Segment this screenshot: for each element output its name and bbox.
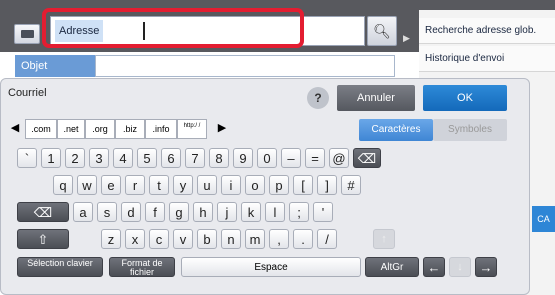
key[interactable]: e <box>101 175 121 195</box>
key[interactable]: b <box>197 229 217 249</box>
key[interactable]: o <box>245 175 265 195</box>
keyboard-panel: Courriel ? Annuler OK ◀ .com .net .org .… <box>0 78 530 295</box>
key[interactable]: ] <box>317 175 337 195</box>
subject-row: Objet <box>15 55 395 77</box>
panel-title: Courriel <box>8 87 47 99</box>
symbols-mode-button: Symboles <box>433 119 507 141</box>
key[interactable]: 8 <box>209 148 229 168</box>
key[interactable]: / <box>317 229 337 249</box>
key[interactable]: x <box>125 229 145 249</box>
key[interactable]: ; <box>289 202 309 222</box>
key[interactable]: a <box>73 202 93 222</box>
key[interactable]: # <box>341 175 361 195</box>
subject-input[interactable] <box>95 55 395 77</box>
key[interactable]: 1 <box>41 148 61 168</box>
key[interactable]: i <box>221 175 241 195</box>
key[interactable]: = <box>305 148 325 168</box>
help-button[interactable]: ? <box>307 87 329 109</box>
domain-key[interactable]: http:/ / <box>177 119 207 139</box>
key[interactable]: p <box>269 175 289 195</box>
key[interactable]: k <box>241 202 261 222</box>
key[interactable]: 2 <box>65 148 85 168</box>
key[interactable]: n <box>221 229 241 249</box>
key[interactable]: ` <box>17 148 37 168</box>
characters-mode-button[interactable]: Caractères <box>359 119 433 141</box>
key[interactable]: @ <box>329 148 349 168</box>
ca-tab[interactable]: CA <box>532 206 555 232</box>
key[interactable]: j <box>217 202 237 222</box>
subject-label: Objet <box>21 60 48 72</box>
scroll-left-icon[interactable]: ◀ <box>8 119 22 139</box>
keyboard-select-button[interactable]: Sélection clavier <box>17 257 103 277</box>
kana-mode-icon[interactable]: ⌫ <box>17 202 69 222</box>
key[interactable]: 9 <box>233 148 253 168</box>
left-arrow-icon[interactable]: ← <box>423 257 445 277</box>
ok-button[interactable]: OK <box>423 85 507 111</box>
key[interactable]: h <box>193 202 213 222</box>
key[interactable]: f <box>145 202 165 222</box>
key[interactable]: [ <box>293 175 313 195</box>
key[interactable]: 7 <box>185 148 205 168</box>
key[interactable]: . <box>293 229 313 249</box>
down-arrow-icon: ↓ <box>449 257 471 277</box>
key[interactable]: t <box>149 175 169 195</box>
search-icon: 🔍︎ <box>373 23 391 39</box>
key[interactable]: r <box>125 175 145 195</box>
highlight-ring <box>42 8 304 48</box>
up-arrow-icon: ↑ <box>373 229 395 249</box>
key[interactable]: q <box>53 175 73 195</box>
key[interactable]: 0 <box>257 148 277 168</box>
key[interactable]: s <box>97 202 117 222</box>
key[interactable]: u <box>197 175 217 195</box>
key[interactable]: z <box>101 229 121 249</box>
key[interactable]: 6 <box>161 148 181 168</box>
space-key[interactable]: Espace <box>181 257 361 277</box>
cancel-button[interactable]: Annuler <box>337 85 415 111</box>
file-format-button[interactable]: Format de fichier <box>109 257 175 277</box>
key[interactable]: y <box>173 175 193 195</box>
domain-key[interactable]: .info <box>145 119 177 139</box>
key[interactable]: g <box>169 202 189 222</box>
domain-key[interactable]: .net <box>57 119 85 139</box>
key[interactable]: 5 <box>137 148 157 168</box>
key[interactable]: ' <box>313 202 333 222</box>
global-address-search-item[interactable]: Recherche adresse glob. <box>419 18 555 44</box>
key[interactable]: m <box>245 229 265 249</box>
key[interactable]: d <box>121 202 141 222</box>
key[interactable]: c <box>149 229 169 249</box>
backspace-icon[interactable]: ⌫ <box>353 148 381 168</box>
key[interactable]: v <box>173 229 193 249</box>
expand-arrow-icon[interactable]: ▶ <box>403 32 413 44</box>
send-history-item[interactable]: Historique d'envoi <box>419 46 555 72</box>
shift-icon[interactable]: ⇧ <box>17 229 69 249</box>
search-button[interactable]: 🔍︎ <box>367 16 397 46</box>
key[interactable]: 3 <box>89 148 109 168</box>
key[interactable]: w <box>77 175 97 195</box>
keyboard-toggle-icon[interactable] <box>14 24 40 44</box>
key[interactable]: l <box>265 202 285 222</box>
key[interactable]: , <box>269 229 289 249</box>
key[interactable]: 4 <box>113 148 133 168</box>
altgr-key[interactable]: AltGr <box>365 257 419 277</box>
domain-key[interactable]: .org <box>85 119 115 139</box>
scroll-right-icon[interactable]: ▶ <box>215 119 229 139</box>
domain-key[interactable]: .biz <box>115 119 145 139</box>
key[interactable]: – <box>281 148 301 168</box>
domain-key[interactable]: .com <box>25 119 57 139</box>
right-arrow-icon[interactable]: → <box>475 257 497 277</box>
